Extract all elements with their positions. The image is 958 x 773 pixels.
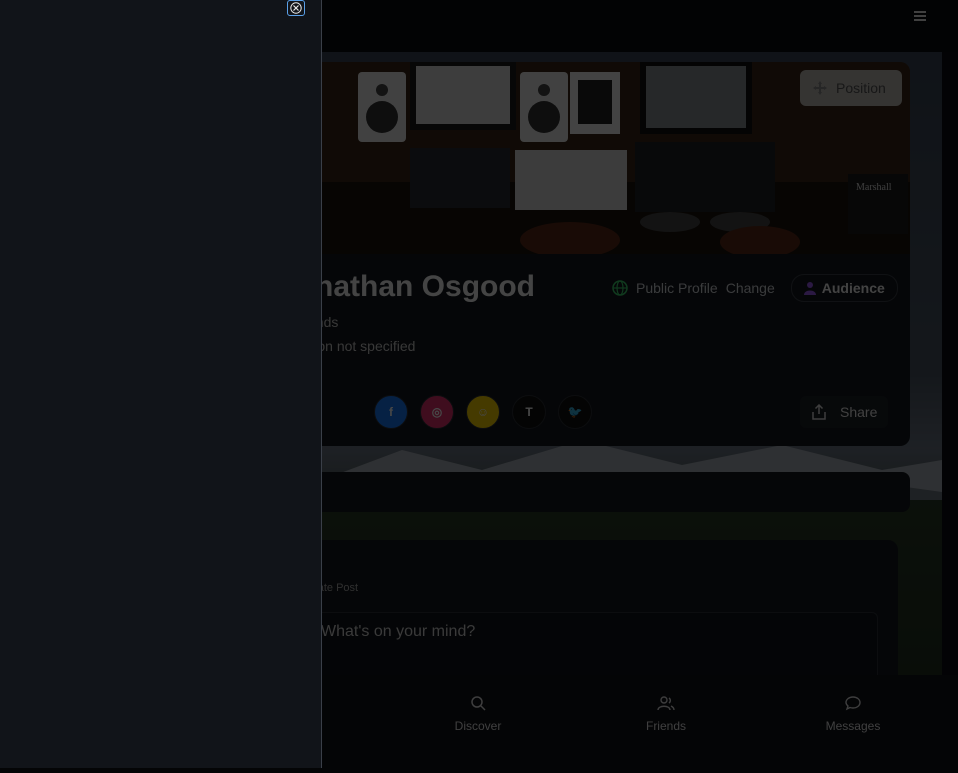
side-drawer	[0, 0, 322, 768]
cover-photo: Marshall Position	[240, 62, 910, 254]
twitter-icon[interactable]: 🐦	[558, 395, 592, 429]
change-visibility-link[interactable]: Change	[726, 280, 775, 296]
profile-tab-bar	[240, 472, 910, 512]
instagram-icon[interactable]: ◎	[420, 395, 454, 429]
snapchat-icon[interactable]: ☺	[466, 395, 500, 429]
nav-messages-label: Messages	[825, 719, 881, 733]
chat-bubble-icon	[845, 696, 861, 711]
hamburger-menu-icon[interactable]	[914, 11, 926, 23]
nav-messages[interactable]: Messages	[808, 695, 898, 733]
reposition-cover-button[interactable]: Position	[800, 70, 902, 106]
search-icon	[471, 696, 486, 711]
close-icon	[290, 2, 302, 14]
globe-icon	[612, 280, 628, 296]
visibility-row: Public Profile Change Audience	[612, 274, 898, 302]
nav-friends[interactable]: Friends	[621, 695, 711, 733]
position-label: Position	[836, 80, 886, 96]
nav-discover-label: Discover	[454, 719, 502, 733]
audience-button[interactable]: Audience	[790, 274, 898, 302]
audience-label: Audience	[821, 280, 885, 296]
post-input-placeholder: What's on your mind?	[321, 623, 476, 640]
share-label: Share	[840, 404, 878, 420]
facebook-icon[interactable]: f	[374, 395, 408, 429]
share-icon	[812, 404, 826, 420]
close-drawer-button[interactable]	[287, 0, 305, 16]
social-links: f ◎ ☺ T 🐦	[374, 395, 592, 429]
profile-card: Marshall Position Jonathan Osgood 0 Frie…	[240, 62, 910, 446]
share-button[interactable]: Share	[800, 396, 888, 428]
person-icon	[803, 282, 816, 295]
nav-friends-label: Friends	[645, 719, 686, 733]
nav-discover[interactable]: Discover	[433, 695, 523, 733]
friends-icon	[657, 696, 675, 711]
page-scrollbar-track[interactable]	[942, 52, 958, 773]
tiktok-icon[interactable]: T	[512, 395, 546, 429]
svg-text:Marshall: Marshall	[856, 182, 892, 193]
visibility-label: Public Profile	[636, 280, 718, 296]
move-arrows-icon	[813, 81, 827, 95]
